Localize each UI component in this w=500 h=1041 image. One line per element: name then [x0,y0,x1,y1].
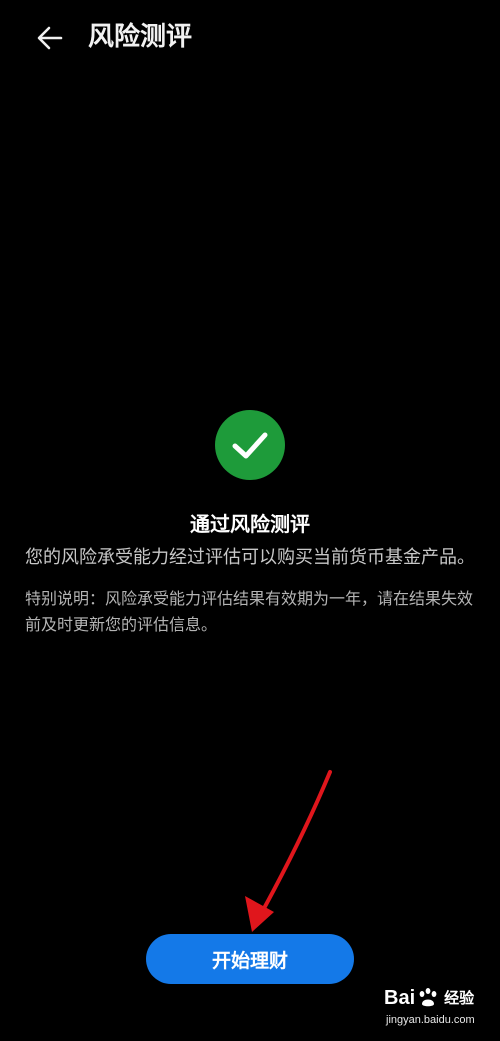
result-title: 通过风险测评 [190,512,310,536]
app-header: 风险测评 [0,0,500,76]
start-investing-button[interactable]: 开始理财 [146,934,354,984]
annotation-arrow-shaft [260,770,332,914]
watermark-url: jingyan.baidu.com [386,1014,475,1026]
checkmark-icon [232,432,268,459]
annotation-arrow-head [245,896,274,932]
check-circle-icon [215,410,285,480]
watermark-logo: Bai 经验 [384,985,474,1011]
page-title: 风险测评 [88,22,193,52]
arrow-left-icon [37,26,63,50]
watermark-logo-right: 经验 [444,989,475,1007]
baidu-jingyan-watermark: Bai 经验 jingyan.baidu.com [384,985,496,1033]
back-button[interactable] [28,16,72,60]
result-section: 通过风险测评 您的风险承受能力经过评估可以购买当前货币基金产品。 特别说明：风险… [0,410,500,638]
result-description: 您的风险承受能力经过评估可以购买当前货币基金产品。 [25,547,475,568]
validity-note: 特别说明：风险承受能力评估结果有效期为一年，请在结果失效前及时更新您的评估信息。 [25,589,474,634]
watermark-logo-left: Bai [384,987,416,1009]
paw-icon [419,988,437,1007]
